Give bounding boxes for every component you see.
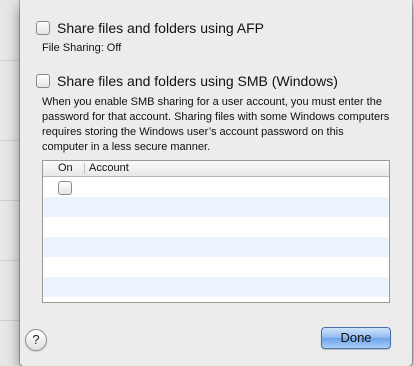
background-divider <box>0 320 20 321</box>
accounts-table-header: On Account <box>43 161 389 177</box>
account-on-checkbox[interactable] <box>58 181 72 195</box>
table-row <box>43 257 389 277</box>
afp-option-row[interactable]: Share files and folders using AFP <box>36 20 264 36</box>
question-mark-icon: ? <box>32 332 40 347</box>
smb-description: When you enable SMB sharing for a user a… <box>42 96 390 153</box>
table-row <box>43 237 389 257</box>
background-divider <box>0 260 20 261</box>
smb-checkbox-label[interactable]: Share files and folders using SMB (Windo… <box>57 73 338 89</box>
done-button[interactable]: Done <box>321 327 391 349</box>
smb-options-sheet: Share files and folders using AFP File S… <box>20 0 412 366</box>
column-header-on[interactable]: On <box>58 161 73 176</box>
column-header-account[interactable]: Account <box>89 161 129 176</box>
background-divider <box>0 60 20 61</box>
afp-checkbox-label[interactable]: Share files and folders using AFP <box>57 20 264 36</box>
afp-status-text: File Sharing: Off <box>42 42 122 54</box>
column-separator <box>84 163 85 174</box>
accounts-table[interactable]: On Account <box>42 160 390 303</box>
smb-option-row[interactable]: Share files and folders using SMB (Windo… <box>36 73 338 89</box>
background-divider <box>0 140 20 141</box>
smb-checkbox[interactable] <box>36 74 50 88</box>
table-row[interactable] <box>43 177 389 197</box>
afp-checkbox[interactable] <box>36 21 50 35</box>
table-row <box>43 217 389 237</box>
help-button[interactable]: ? <box>25 329 47 351</box>
table-row <box>43 197 389 217</box>
table-row <box>43 277 389 297</box>
background-divider <box>0 200 20 201</box>
